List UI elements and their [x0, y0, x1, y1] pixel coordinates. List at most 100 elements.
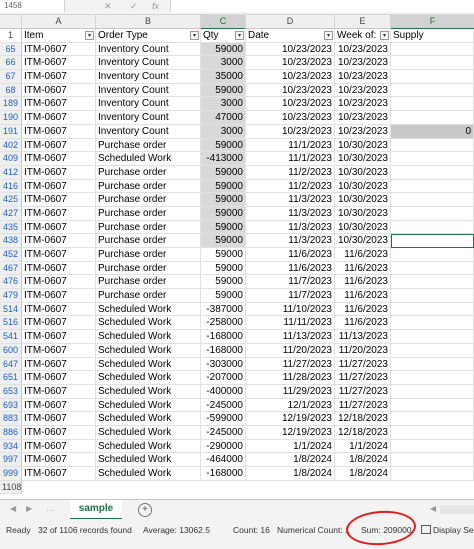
cell-supply[interactable]	[391, 343, 474, 358]
header-cell-order-type[interactable]: Order Type ▾	[96, 29, 201, 43]
cell-order-type[interactable]: Scheduled Work	[96, 439, 201, 454]
filter-dropdown-icon[interactable]: ▾	[235, 31, 244, 40]
cell-qty[interactable]: 3000	[201, 124, 246, 139]
cell-week-of[interactable]: 12/18/2023	[335, 412, 391, 426]
cell-item[interactable]: ITM-0607	[22, 111, 96, 125]
cell-order-type[interactable]: Purchase order	[96, 165, 201, 180]
cell-order-type[interactable]: Inventory Count	[96, 97, 201, 112]
cell-qty[interactable]: -599000	[201, 412, 246, 426]
row-number[interactable]: 516	[0, 316, 22, 331]
cell-item[interactable]: ITM-0607	[22, 220, 96, 235]
column-header-e[interactable]: E	[335, 15, 391, 29]
cell-item[interactable]: ITM-0607	[22, 371, 96, 385]
row-number[interactable]: 997	[0, 453, 22, 467]
cell-supply[interactable]	[391, 275, 474, 290]
cell-supply[interactable]	[391, 384, 474, 399]
cell-date[interactable]: 10/23/2023	[246, 97, 335, 112]
cell-week-of[interactable]: 10/23/2023	[335, 111, 391, 125]
cell-qty[interactable]: 59000	[201, 220, 246, 235]
cell-supply[interactable]	[391, 425, 474, 440]
cell-supply[interactable]	[391, 453, 474, 467]
cell-item[interactable]: ITM-0607	[22, 425, 96, 440]
cell-qty[interactable]: 59000	[201, 165, 246, 180]
cell-order-type[interactable]: Inventory Count	[96, 56, 201, 71]
cell-supply[interactable]	[391, 83, 474, 98]
column-header-a[interactable]: A	[22, 15, 96, 29]
formula-input[interactable]	[170, 0, 474, 12]
cell-qty[interactable]: 59000	[201, 206, 246, 221]
cell-supply[interactable]	[391, 193, 474, 207]
header-cell-item[interactable]: Item ▾	[22, 29, 96, 43]
row-number[interactable]: 600	[0, 343, 22, 358]
row-number[interactable]: 647	[0, 357, 22, 372]
cell-week-of[interactable]: 10/23/2023	[335, 124, 391, 139]
row-number[interactable]: 999	[0, 467, 22, 481]
cell-item[interactable]: ITM-0607	[22, 165, 96, 180]
cell-week-of[interactable]: 11/6/2023	[335, 275, 391, 290]
cell-week-of[interactable]: 10/30/2023	[335, 220, 391, 235]
cell-order-type[interactable]: Scheduled Work	[96, 316, 201, 331]
add-sheet-icon[interactable]: +	[138, 503, 152, 517]
header-cell-date[interactable]: Date ▾	[246, 29, 335, 43]
cell-supply[interactable]	[391, 70, 474, 84]
cell-date[interactable]: 11/20/2023	[246, 343, 335, 358]
cell-date[interactable]: 10/23/2023	[246, 70, 335, 84]
cell-qty[interactable]: -168000	[201, 343, 246, 358]
cell-week-of[interactable]: 11/27/2023	[335, 371, 391, 385]
cell-item[interactable]: ITM-0607	[22, 357, 96, 372]
cell-date[interactable]: 11/28/2023	[246, 371, 335, 385]
cell-supply[interactable]	[391, 316, 474, 331]
cell-item[interactable]: ITM-0607	[22, 56, 96, 71]
cell-order-type[interactable]: Scheduled Work	[96, 330, 201, 344]
display-settings-button[interactable]: Display Setti	[421, 525, 474, 535]
select-all-corner[interactable]	[0, 15, 22, 29]
cell-date[interactable]: 1/8/2024	[246, 453, 335, 467]
cell-date[interactable]: 11/1/2023	[246, 138, 335, 153]
row-number[interactable]: 693	[0, 398, 22, 413]
cell-qty[interactable]: 59000	[201, 193, 246, 207]
cell-item[interactable]: ITM-0607	[22, 42, 96, 57]
cell-order-type[interactable]: Inventory Count	[96, 124, 201, 139]
row-number[interactable]: 412	[0, 165, 22, 180]
fx-icon[interactable]: fx	[152, 0, 159, 12]
cell-order-type[interactable]: Scheduled Work	[96, 467, 201, 481]
cell-supply[interactable]	[391, 398, 474, 413]
cell-supply[interactable]	[391, 261, 474, 276]
cell-qty[interactable]: -290000	[201, 439, 246, 454]
cell-week-of[interactable]: 12/18/2023	[335, 425, 391, 440]
cell-item[interactable]: ITM-0607	[22, 289, 96, 303]
status-average[interactable]: Average: 13062.5	[143, 525, 210, 535]
cell-date[interactable]: 10/23/2023	[246, 83, 335, 98]
cell-supply[interactable]	[391, 371, 474, 385]
cell-week-of[interactable]: 11/27/2023	[335, 398, 391, 413]
cell-order-type[interactable]: Purchase order	[96, 193, 201, 207]
cell-item[interactable]: ITM-0607	[22, 412, 96, 426]
row-number[interactable]: 541	[0, 330, 22, 344]
row-number[interactable]: 479	[0, 289, 22, 303]
row-number[interactable]: 66	[0, 56, 22, 71]
row-number[interactable]: 452	[0, 248, 22, 262]
cell-order-type[interactable]: Purchase order	[96, 289, 201, 303]
cell-week-of[interactable]: 10/30/2023	[335, 152, 391, 166]
name-box[interactable]: 1458	[0, 0, 65, 12]
cell-date[interactable]: 11/3/2023	[246, 220, 335, 235]
cell-supply[interactable]	[391, 179, 474, 194]
cell-item[interactable]: ITM-0607	[22, 138, 96, 153]
cell-week-of[interactable]: 10/23/2023	[335, 83, 391, 98]
cell-week-of[interactable]: 11/6/2023	[335, 248, 391, 262]
cell-supply[interactable]	[391, 302, 474, 317]
cell-order-type[interactable]: Scheduled Work	[96, 302, 201, 317]
cell-item[interactable]: ITM-0607	[22, 97, 96, 112]
cell-date[interactable]: 11/10/2023	[246, 302, 335, 317]
cell-order-type[interactable]: Purchase order	[96, 206, 201, 221]
tab-scroll-left-icon[interactable]: ◀	[10, 504, 16, 513]
header-cell-qty[interactable]: Qty ▾	[201, 29, 246, 43]
cell-date[interactable]: 11/11/2023	[246, 316, 335, 331]
cell-supply[interactable]	[391, 138, 474, 153]
cell-qty[interactable]: -303000	[201, 357, 246, 372]
cell-supply[interactable]	[391, 439, 474, 454]
cell-week-of[interactable]: 1/8/2024	[335, 467, 391, 481]
status-numerical-count[interactable]: Numerical Count: 16	[277, 525, 350, 535]
row-number[interactable]: 476	[0, 275, 22, 290]
cell-qty[interactable]: 59000	[201, 179, 246, 194]
